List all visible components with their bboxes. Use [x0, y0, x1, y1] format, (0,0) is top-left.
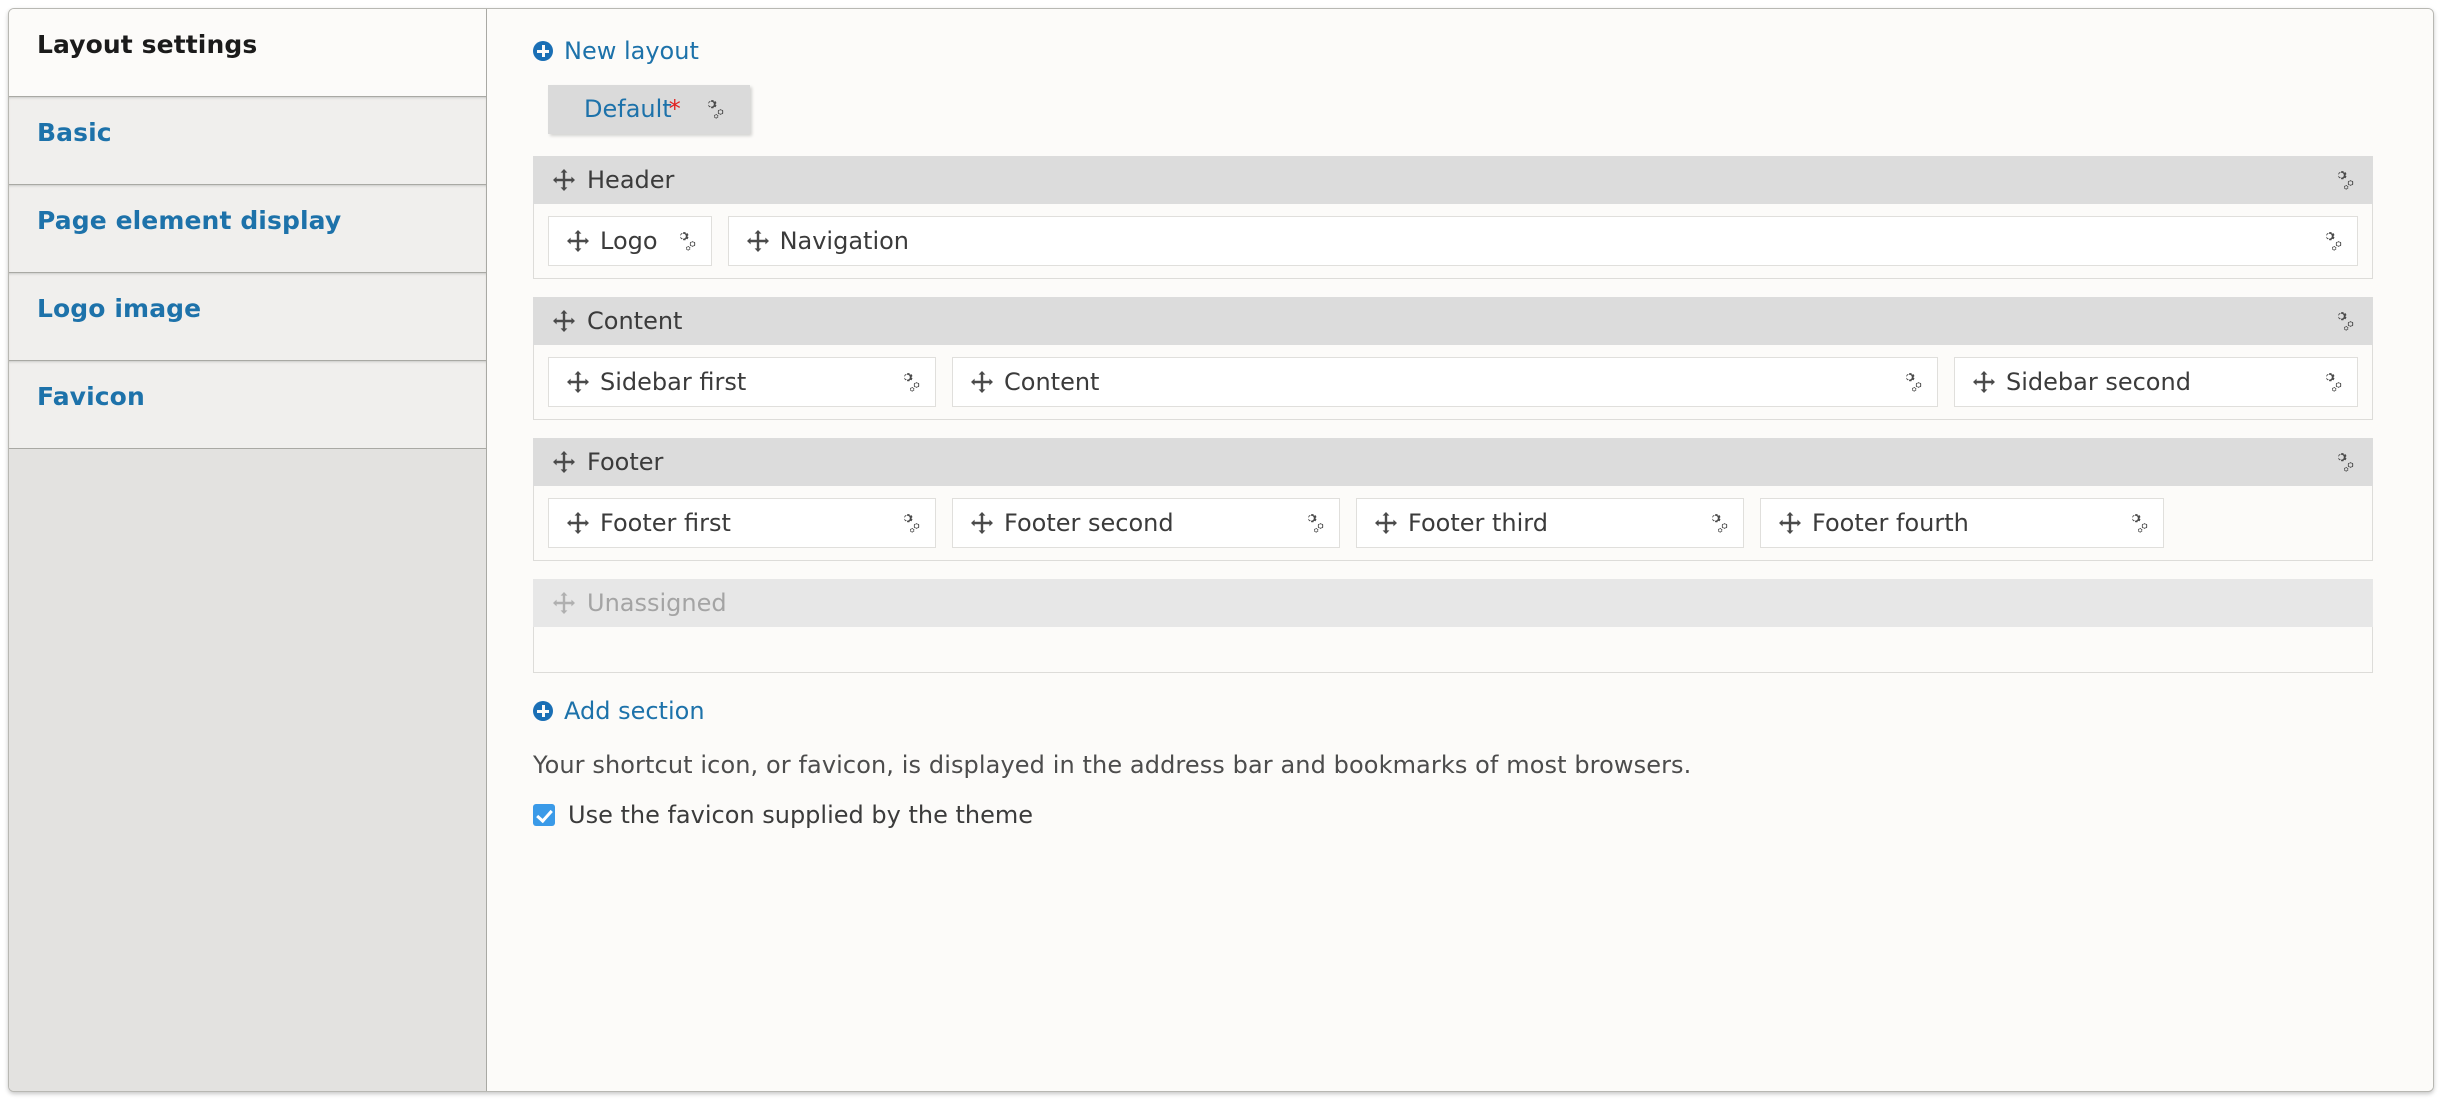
section-header-bar: Header	[533, 156, 2373, 204]
cogs-icon[interactable]	[2317, 370, 2343, 394]
cogs-icon[interactable]	[895, 370, 921, 394]
region-footer-third[interactable]: Footer third	[1356, 498, 1744, 548]
region-title: Footer third	[1408, 509, 1548, 537]
move-icon[interactable]	[553, 169, 575, 191]
sidebar-item-page-element-display[interactable]: Page element display	[9, 185, 486, 273]
cogs-icon[interactable]	[2317, 229, 2343, 253]
required-marker: *	[668, 95, 681, 123]
page-title: Layout settings	[37, 30, 258, 59]
section-body-unassigned	[533, 627, 2373, 673]
add-section-label: Add section	[564, 697, 705, 725]
region-footer-second[interactable]: Footer second	[952, 498, 1340, 548]
region-title: Footer second	[1004, 509, 1174, 537]
sidebar-item-basic[interactable]: Basic	[9, 97, 486, 185]
section-title: Content	[587, 307, 683, 335]
new-layout-button[interactable]: New layout	[533, 39, 699, 63]
section-body-header: Logo Navigation	[533, 204, 2373, 279]
region-logo[interactable]: Logo	[548, 216, 712, 266]
cogs-icon[interactable]	[2329, 168, 2355, 192]
vertical-tabs-filler	[9, 449, 486, 1091]
vertical-tabs-title: Layout settings	[9, 9, 486, 97]
layout-tab-strip: Default*	[548, 85, 2373, 134]
cogs-icon[interactable]	[1703, 511, 1729, 535]
move-icon[interactable]	[567, 230, 589, 252]
favicon-theme-checkbox-label: Use the favicon supplied by the theme	[568, 801, 1033, 829]
sidebar-item-logo-image[interactable]: Logo image	[9, 273, 486, 361]
region-slot: Navigation	[727, 216, 2358, 266]
new-layout-label: New layout	[564, 37, 699, 65]
region-sidebar-first[interactable]: Sidebar first	[548, 357, 936, 407]
region-content[interactable]: Content	[952, 357, 1938, 407]
cogs-icon[interactable]	[2329, 309, 2355, 333]
sidebar-item-favicon[interactable]: Favicon	[9, 361, 486, 449]
favicon-help-text: Your shortcut icon, or favicon, is displ…	[533, 751, 1692, 779]
region-sidebar-second[interactable]: Sidebar second	[1954, 357, 2358, 407]
region-navigation[interactable]: Navigation	[727, 216, 2358, 266]
region-title: Content	[1004, 368, 1100, 396]
checkbox-icon[interactable]	[533, 804, 555, 826]
move-icon[interactable]	[567, 512, 589, 534]
section-header-bar: Unassigned	[533, 579, 2373, 627]
sidebar-item-label: Page element display	[37, 206, 342, 235]
vertical-tabs-rail: Layout settings Basic Page element displ…	[9, 9, 487, 1091]
sidebar-item-label: Favicon	[37, 382, 145, 411]
move-icon[interactable]	[553, 451, 575, 473]
region-slot: Footer second	[952, 498, 1356, 548]
move-icon[interactable]	[567, 371, 589, 393]
region-slot: Footer third	[1356, 498, 1760, 548]
section-header-bar: Footer	[533, 438, 2373, 486]
region-title: Footer fourth	[1812, 509, 1969, 537]
cogs-icon[interactable]	[2123, 511, 2149, 535]
section-title: Unassigned	[587, 589, 727, 617]
section-title: Footer	[587, 448, 664, 476]
region-title: Footer first	[600, 509, 731, 537]
region-title: Sidebar second	[2006, 368, 2191, 396]
section-body-footer: Footer first Footer second Footer third …	[533, 486, 2373, 561]
cogs-icon[interactable]	[895, 511, 921, 535]
layout-settings-pane: New layout Default* Header Logo Navigati…	[487, 9, 2433, 1091]
section-header: Header Logo Navigation	[533, 156, 2373, 279]
region-slot: Sidebar second	[1954, 357, 2358, 407]
region-footer-first[interactable]: Footer first	[548, 498, 936, 548]
plus-circle-icon	[533, 41, 553, 61]
section-body-content: Sidebar first Content Sidebar second	[533, 345, 2373, 420]
region-footer-fourth[interactable]: Footer fourth	[1760, 498, 2164, 548]
favicon-theme-checkbox-row[interactable]: Use the favicon supplied by the theme	[533, 801, 2373, 829]
region-title: Navigation	[779, 227, 910, 255]
cogs-icon[interactable]	[699, 97, 725, 121]
layout-tab-label: Default	[584, 95, 672, 123]
region-slot: Content	[952, 357, 1954, 407]
section-title: Header	[587, 166, 675, 194]
section-unassigned: Unassigned	[533, 579, 2373, 673]
plus-circle-icon	[533, 701, 553, 721]
sidebar-item-label: Basic	[37, 118, 112, 147]
layout-tab-default[interactable]: Default*	[548, 85, 750, 134]
move-icon	[553, 592, 575, 614]
region-slot: Footer first	[548, 498, 952, 548]
cogs-icon[interactable]	[2329, 450, 2355, 474]
region-title: Logo	[600, 227, 658, 255]
move-icon[interactable]	[1973, 371, 1995, 393]
move-icon[interactable]	[553, 310, 575, 332]
move-icon[interactable]	[746, 230, 769, 252]
section-content: Content Sidebar first Content Sidebar se…	[533, 297, 2373, 420]
region-slot: Logo	[548, 216, 728, 266]
move-icon[interactable]	[971, 512, 993, 534]
add-section-button[interactable]: Add section	[533, 699, 705, 723]
move-icon[interactable]	[1779, 512, 1801, 534]
cogs-icon[interactable]	[671, 229, 697, 253]
section-footer: Footer Footer first Footer second Footer…	[533, 438, 2373, 561]
layout-settings-page: Layout settings Basic Page element displ…	[8, 8, 2434, 1092]
cogs-icon[interactable]	[1897, 370, 1923, 394]
sidebar-item-label: Logo image	[37, 294, 202, 323]
region-title: Sidebar first	[600, 368, 747, 396]
section-list: Header Logo Navigation Content Sidebar f…	[533, 156, 2373, 673]
section-header-bar: Content	[533, 297, 2373, 345]
cogs-icon[interactable]	[1299, 511, 1325, 535]
region-slot: Footer fourth	[1760, 498, 2164, 548]
region-slot: Sidebar first	[548, 357, 952, 407]
move-icon[interactable]	[1375, 512, 1397, 534]
move-icon[interactable]	[971, 371, 993, 393]
